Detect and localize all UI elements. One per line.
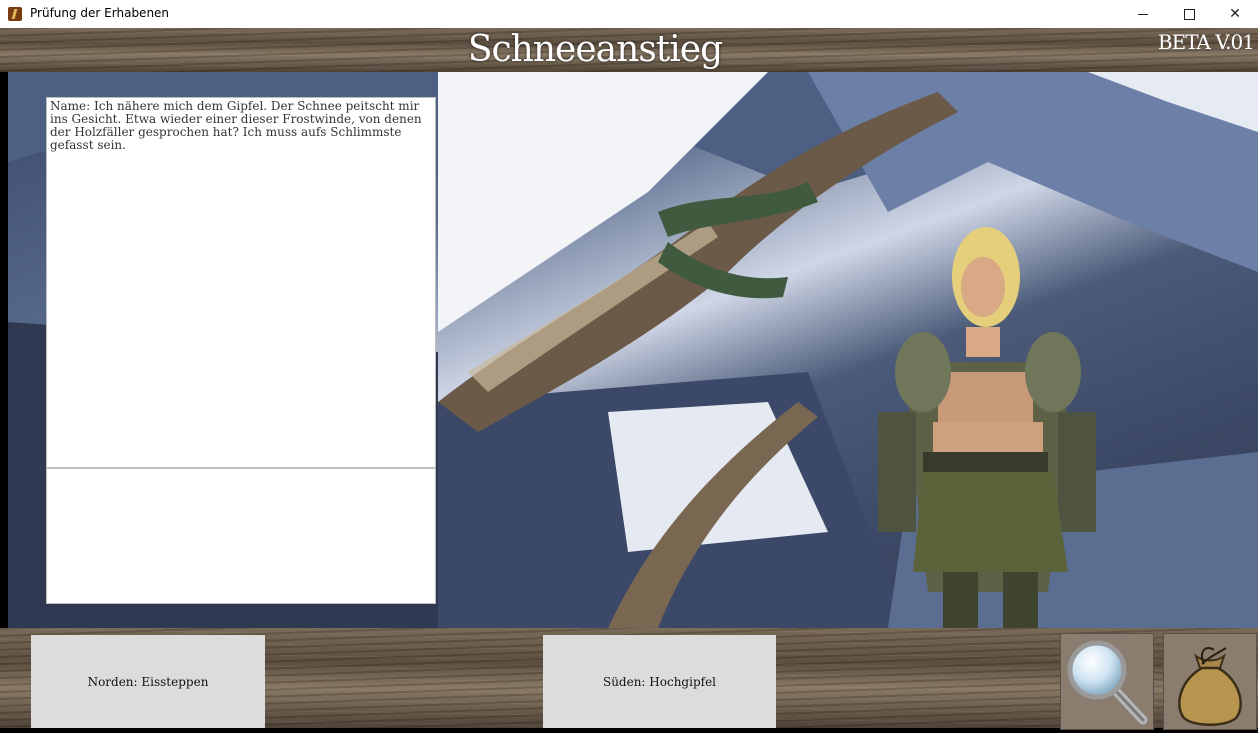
close-button[interactable]: ✕: [1212, 0, 1258, 28]
go-north-label: Norden: Eissteppen: [87, 674, 209, 689]
minimize-icon: [1138, 13, 1148, 15]
narration-text: Name: Ich nähere mich dem Gipfel. Der Sc…: [50, 99, 422, 152]
minimize-button[interactable]: [1120, 0, 1166, 28]
inventory-button[interactable]: [1163, 633, 1257, 730]
version-label: BETA V.01: [1157, 30, 1255, 54]
maximize-button[interactable]: [1166, 0, 1212, 28]
window-titlebar: Prüfung der Erhabenen ✕: [0, 0, 1258, 28]
maximize-icon: [1183, 8, 1195, 20]
panel-divider: [47, 467, 435, 469]
narration-panel: Name: Ich nähere mich dem Gipfel. Der Sc…: [46, 97, 436, 604]
magnifier-icon: [1067, 640, 1148, 725]
close-icon: ✕: [1229, 6, 1241, 22]
app-icon: [8, 7, 22, 21]
go-south-button[interactable]: Süden: Hochgipfel: [543, 635, 776, 728]
inventory-bag-icon: [1178, 646, 1242, 726]
go-north-button[interactable]: Norden: Eissteppen: [31, 635, 265, 728]
search-button[interactable]: [1060, 633, 1154, 730]
go-south-label: Süden: Hochgipfel: [602, 674, 717, 689]
window-title: Prüfung der Erhabenen: [30, 6, 170, 20]
scene-title: Schneeanstieg: [467, 29, 723, 70]
